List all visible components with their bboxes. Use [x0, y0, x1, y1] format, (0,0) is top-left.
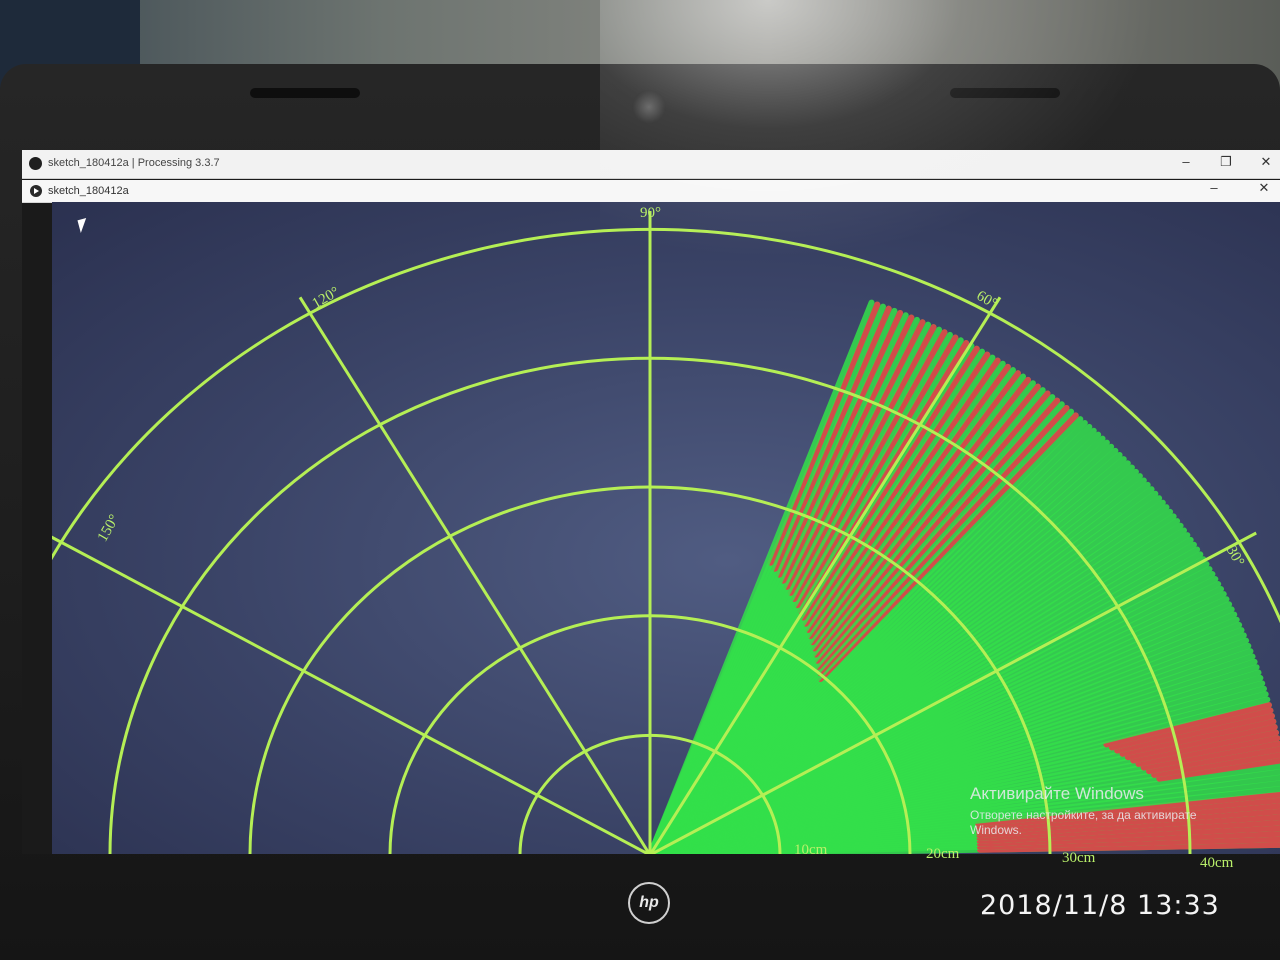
distance-label-10cm: 10cm — [794, 842, 828, 858]
distance-label-20cm: 20cm — [926, 846, 960, 862]
angle-line — [52, 535, 651, 854]
activation-heading: Активирайте Windows — [970, 784, 1144, 803]
hp-logo: hp — [628, 882, 670, 924]
distance-label-30cm: 30cm — [1062, 850, 1096, 866]
photo-timestamp: 2018/11/8 13:33 — [980, 890, 1220, 921]
angle-line — [298, 296, 652, 854]
activation-subtext: Отворете настройките, за да активирате W… — [970, 808, 1197, 837]
distance-label-40cm: 40cm — [1200, 855, 1234, 871]
angle-label-90: 90° — [640, 205, 661, 221]
windows-activation-watermark: Активирайте Windows Отворете настройките… — [970, 784, 1250, 838]
